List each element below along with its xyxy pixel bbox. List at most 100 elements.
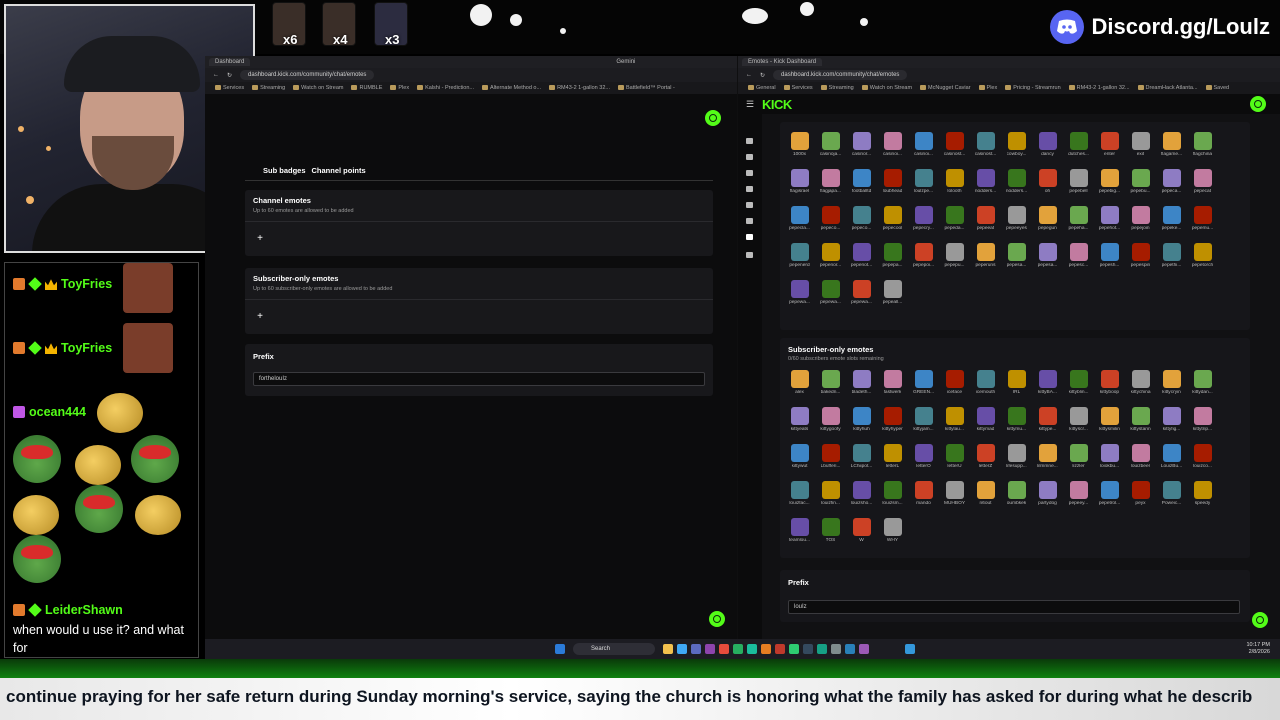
emote-tile[interactable]: louizfac...	[784, 477, 815, 514]
emote-tile[interactable]: flagchina	[1187, 128, 1218, 165]
bookmark-item[interactable]: Watch on Stream	[293, 85, 343, 91]
emote-tile[interactable]: kittyblin...	[1063, 366, 1094, 403]
emote-tile[interactable]: iceface	[939, 366, 970, 403]
emote-tile[interactable]: casinoi...	[877, 128, 908, 165]
emote-tile[interactable]: Poweic...	[1156, 477, 1187, 514]
emote-tile[interactable]: pepeke...	[1156, 202, 1187, 239]
emote-tile[interactable]: bakedn...	[815, 366, 846, 403]
sidebar-code-icon[interactable]	[746, 138, 753, 144]
sidebar-monitor-icon[interactable]	[746, 202, 753, 208]
emote-tile[interactable]: peperuns	[970, 239, 1001, 276]
bookmark-item[interactable]: RM43-2 1-gallon 32...	[1069, 85, 1130, 91]
file-explorer-icon[interactable]	[663, 644, 673, 654]
bookmark-item[interactable]: Pricing - Streamrun	[1005, 85, 1060, 91]
emote-tile[interactable]: louizco...	[1187, 440, 1218, 477]
sidebar-download-icon[interactable]	[746, 252, 753, 258]
emote-tile[interactable]: pepegun	[1032, 202, 1063, 239]
help-chat-icon[interactable]	[1252, 612, 1268, 628]
sidebar-community-icon[interactable]	[746, 234, 753, 240]
emote-tile[interactable]: kittytrip...	[1187, 403, 1218, 440]
emote-tile[interactable]: kittymu...	[1001, 403, 1032, 440]
app-icon[interactable]	[905, 644, 915, 654]
tab-sub-badges[interactable]: Sub badges	[263, 166, 306, 175]
emote-tile[interactable]: kittymad	[970, 403, 1001, 440]
url-field[interactable]: dashboard.kick.com/community/chat/emotes	[773, 70, 908, 80]
emote-tile[interactable]: loubhead	[877, 165, 908, 202]
emote-tile[interactable]: oumbkek	[1001, 477, 1032, 514]
emote-tile[interactable]: pepeha...	[1063, 202, 1094, 239]
bookmark-item[interactable]: Services	[215, 85, 244, 91]
emote-tile[interactable]: kittylau...	[939, 403, 970, 440]
sidebar-wrench-icon[interactable]	[746, 218, 753, 224]
emote-tile[interactable]: pepenor...	[815, 239, 846, 276]
emote-tile[interactable]: speedy	[1187, 477, 1218, 514]
url-field[interactable]: dashboard.kick.com/community/chat/emotes	[240, 70, 375, 80]
emote-tile[interactable]: loiokbu...	[1094, 440, 1125, 477]
emote-tile[interactable]: IRL	[1001, 366, 1032, 403]
emote-tile[interactable]: nodders...	[1001, 165, 1032, 202]
emote-tile[interactable]: pepeall...	[877, 276, 908, 313]
reload-icon[interactable]: ↻	[227, 72, 232, 79]
emote-tile[interactable]: loulzpe...	[908, 165, 939, 202]
emote-tile[interactable]: pepehot...	[1094, 202, 1125, 239]
tab-dashboard[interactable]: Dashboard	[209, 58, 251, 66]
emote-tile[interactable]: pepeca...	[1156, 165, 1187, 202]
emote-tile[interactable]: pepewa...	[846, 276, 877, 313]
emote-tile[interactable]: kittywut	[784, 440, 815, 477]
emote-tile[interactable]: Lbufferi...	[815, 440, 846, 477]
emote-tile[interactable]: kittyjam...	[908, 403, 939, 440]
bookmark-item[interactable]: RUMBLE	[351, 85, 382, 91]
emote-tile[interactable]: pepesa...	[1001, 239, 1032, 276]
emote-tile[interactable]: bladeth...	[846, 366, 877, 403]
emote-tile[interactable]: flagjapa...	[815, 165, 846, 202]
emote-tile[interactable]: pepecat	[1187, 165, 1218, 202]
emote-tile[interactable]: louizsm...	[877, 477, 908, 514]
emote-tile[interactable]: pepepa...	[877, 239, 908, 276]
hamburger-menu-icon[interactable]: ☰	[746, 99, 754, 110]
app-icon[interactable]	[831, 644, 841, 654]
emote-tile[interactable]: kittyfig...	[1156, 403, 1187, 440]
back-icon[interactable]: ←	[746, 72, 752, 78]
emote-tile[interactable]: kittyBA...	[1032, 366, 1063, 403]
bookmark-item[interactable]: Plex	[390, 85, 409, 91]
back-icon[interactable]: ←	[213, 72, 219, 78]
taskbar-search[interactable]: Search	[573, 643, 655, 655]
emote-tile[interactable]: 1000x	[784, 128, 815, 165]
emote-tile[interactable]: dutches...	[1063, 128, 1094, 165]
emote-tile[interactable]: letterO	[908, 440, 939, 477]
emote-tile[interactable]: lilmmne...	[1032, 440, 1063, 477]
emote-tile[interactable]: kittydan...	[1187, 366, 1218, 403]
sidebar-chart-icon[interactable]	[746, 170, 753, 176]
emote-tile[interactable]: pepespin	[1125, 239, 1156, 276]
emote-tile[interactable]: pepeco...	[846, 202, 877, 239]
sidebar-trophy-icon[interactable]	[746, 186, 753, 192]
emote-tile[interactable]: casinor...	[846, 128, 877, 165]
emote-tile[interactable]: casinost...	[939, 128, 970, 165]
emote-tile[interactable]: louizsho...	[846, 477, 877, 514]
emote-tile[interactable]: flagame...	[1156, 128, 1187, 165]
help-chat-icon[interactable]	[709, 611, 725, 627]
emote-tile[interactable]: louizfin...	[815, 477, 846, 514]
emote-tile[interactable]: pepenot...	[846, 239, 877, 276]
emote-tile[interactable]: pepepu...	[939, 239, 970, 276]
emote-tile[interactable]: pepewa...	[815, 276, 846, 313]
bookmark-item[interactable]: Kalshi - Prediction...	[417, 85, 474, 91]
emote-tile[interactable]: teamlou...	[784, 514, 815, 551]
app-icon[interactable]	[719, 644, 729, 654]
emote-tile[interactable]: dancy	[1032, 128, 1063, 165]
emote-tile[interactable]: TOS	[815, 514, 846, 551]
tab-gemini[interactable]: Gemini	[616, 59, 635, 65]
app-icon[interactable]	[817, 644, 827, 654]
emote-tile[interactable]: kittyscr...	[1063, 403, 1094, 440]
emote-tile[interactable]: exit	[1125, 128, 1156, 165]
emote-tile[interactable]: GREEN...	[908, 366, 939, 403]
bookmark-item[interactable]: Streaming	[252, 85, 285, 91]
emote-tile[interactable]: kittychina	[1125, 366, 1156, 403]
emote-tile[interactable]: letterZ	[970, 440, 1001, 477]
emote-tile[interactable]: pepesh...	[1094, 239, 1125, 276]
app-icon[interactable]	[845, 644, 855, 654]
emote-tile[interactable]: kittyboop	[1094, 366, 1125, 403]
bookmark-item[interactable]: Saved	[1206, 85, 1230, 91]
add-emote-button[interactable]: +	[253, 232, 267, 246]
emote-tile[interactable]: kittysmilin	[1094, 403, 1125, 440]
